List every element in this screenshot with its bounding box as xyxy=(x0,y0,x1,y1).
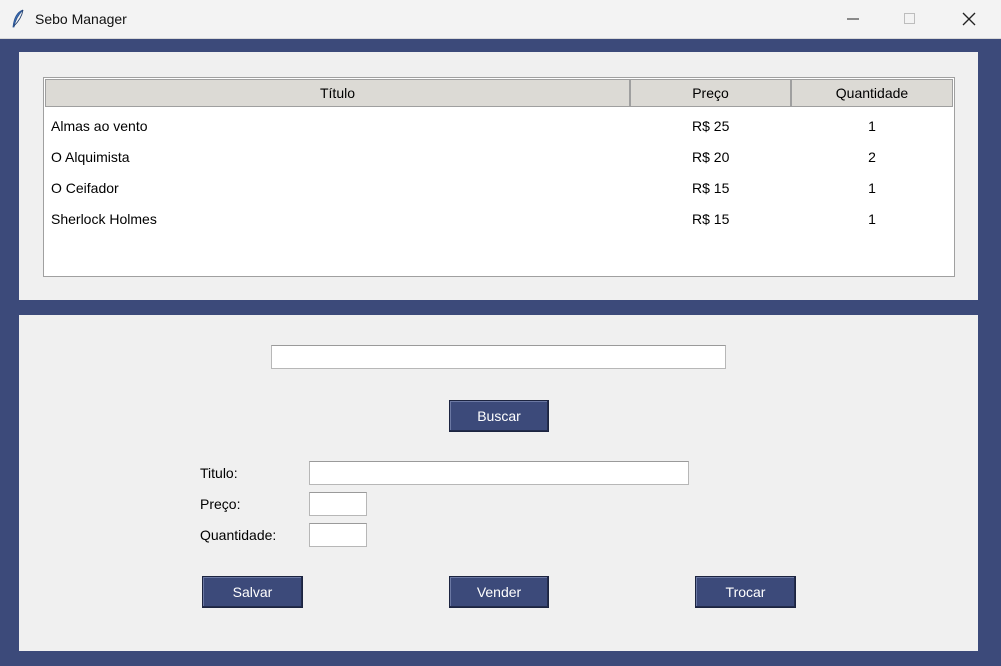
cell-quantity: 1 xyxy=(868,179,876,196)
cell-quantity: 1 xyxy=(868,210,876,227)
title-bar[interactable]: Sebo Manager xyxy=(0,0,1001,39)
price-label: Preço: xyxy=(200,496,241,512)
title-field[interactable] xyxy=(309,461,689,485)
save-button[interactable]: Salvar xyxy=(202,576,303,608)
window-title: Sebo Manager xyxy=(35,11,127,27)
quantity-field[interactable] xyxy=(309,523,367,547)
cell-price: R$ 25 xyxy=(692,117,730,134)
cell-quantity: 2 xyxy=(868,148,876,165)
minimize-button[interactable] xyxy=(824,0,882,38)
maximize-icon xyxy=(904,13,915,24)
trade-button[interactable]: Trocar xyxy=(695,576,796,608)
cell-price: R$ 15 xyxy=(692,210,730,227)
search-button[interactable]: Buscar xyxy=(449,400,549,432)
quantity-label: Quantidade: xyxy=(200,527,277,543)
column-header-price[interactable]: Preço xyxy=(630,79,791,107)
sell-button[interactable]: Vender xyxy=(449,576,549,608)
column-header-title[interactable]: Título xyxy=(45,79,630,107)
table-row[interactable]: Almas ao vento R$ 25 1 xyxy=(45,110,953,141)
cell-quantity: 1 xyxy=(868,117,876,134)
cell-title: O Ceifador xyxy=(51,179,119,196)
table-row[interactable]: O Ceifador R$ 15 1 xyxy=(45,172,953,203)
column-header-quantity[interactable]: Quantidade xyxy=(791,79,953,107)
cell-title: O Alquimista xyxy=(51,148,130,165)
close-icon xyxy=(962,12,976,26)
close-button[interactable] xyxy=(940,0,998,38)
search-input[interactable] xyxy=(271,345,726,369)
feather-icon xyxy=(12,9,24,28)
table-row[interactable]: Sherlock Holmes R$ 15 1 xyxy=(45,203,953,234)
cell-price: R$ 20 xyxy=(692,148,730,165)
title-label: Titulo: xyxy=(200,465,238,481)
cell-price: R$ 15 xyxy=(692,179,730,196)
list-panel: Título Preço Quantidade Almas ao vento R… xyxy=(19,52,978,300)
price-field[interactable] xyxy=(309,492,367,516)
table-row[interactable]: O Alquimista R$ 20 2 xyxy=(45,141,953,172)
table-header: Título Preço Quantidade xyxy=(45,79,953,109)
app-window: Sebo Manager Título Preço Quantidade Alm… xyxy=(0,0,1001,666)
cell-title: Sherlock Holmes xyxy=(51,210,157,227)
minimize-icon xyxy=(847,18,859,20)
books-table[interactable]: Título Preço Quantidade Almas ao vento R… xyxy=(43,77,955,277)
cell-title: Almas ao vento xyxy=(51,117,148,134)
maximize-button[interactable] xyxy=(881,0,939,38)
form-panel: Buscar Titulo: Preço: Quantidade: Salvar… xyxy=(19,315,978,651)
